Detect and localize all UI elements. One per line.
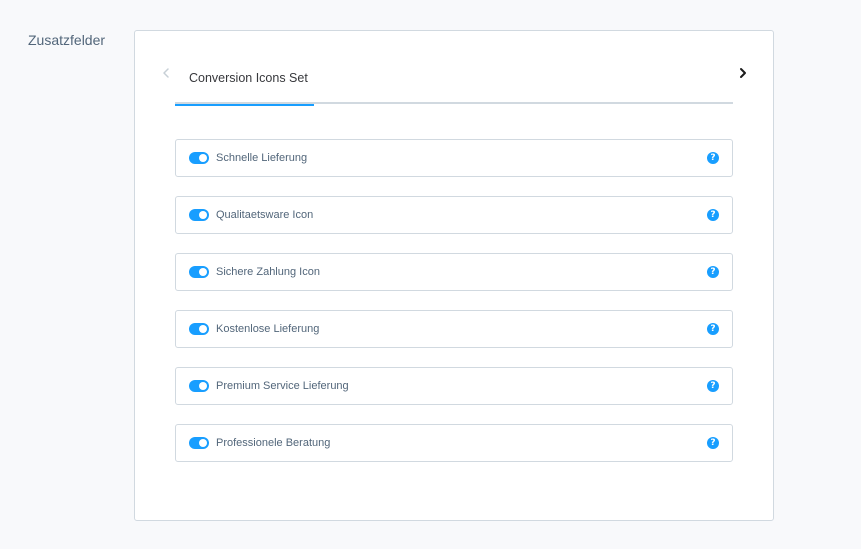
tab-scroll-left-button[interactable]	[156, 63, 176, 83]
field-label: Schnelle Lieferung	[216, 152, 308, 164]
question-circle-icon[interactable]: ?	[707, 323, 719, 335]
toggle-knob	[199, 325, 207, 333]
field-label: Kostenlose Lieferung	[216, 323, 320, 335]
question-circle-icon[interactable]: ?	[707, 266, 719, 278]
chevron-right-icon	[740, 68, 746, 78]
tab-conversion-icons-set[interactable]: Conversion Icons Set	[175, 65, 314, 106]
toggle-switch[interactable]	[189, 380, 209, 392]
active-tab-indicator	[175, 104, 314, 106]
toggle-knob	[199, 382, 207, 390]
field-label: Premium Service Lieferung	[216, 380, 349, 392]
toggle-switch[interactable]	[189, 437, 209, 449]
toggle-knob	[199, 211, 207, 219]
field-row-qualitaetsware-icon: Qualitaetsware Icon ?	[175, 196, 733, 234]
field-label: Sichere Zahlung Icon	[216, 266, 320, 278]
chevron-left-icon	[163, 68, 169, 78]
field-row-premium-service-lieferung: Premium Service Lieferung ?	[175, 367, 733, 405]
question-circle-icon[interactable]: ?	[707, 152, 719, 164]
toggle-switch[interactable]	[189, 152, 209, 164]
tab-bar: Conversion Icons Set	[175, 65, 733, 106]
field-row-professionele-beratung: Professionele Beratung ?	[175, 424, 733, 462]
field-row-sichere-zahlung-icon: Sichere Zahlung Icon ?	[175, 253, 733, 291]
field-row-schnelle-lieferung: Schnelle Lieferung ?	[175, 139, 733, 177]
question-circle-icon[interactable]: ?	[707, 380, 719, 392]
question-circle-icon[interactable]: ?	[707, 437, 719, 449]
page: Zusatzfelder Conversion Icons Set Schnel…	[0, 0, 861, 549]
question-circle-icon[interactable]: ?	[707, 209, 719, 221]
field-row-kostenlose-lieferung: Kostenlose Lieferung ?	[175, 310, 733, 348]
tab-scroll-right-button[interactable]	[733, 63, 753, 83]
toggle-knob	[199, 439, 207, 447]
field-label: Qualitaetsware Icon	[216, 209, 314, 221]
tab-label: Conversion Icons Set	[189, 71, 308, 85]
field-list: Schnelle Lieferung ? Qualitaetsware Icon…	[175, 139, 733, 481]
toggle-switch[interactable]	[189, 209, 209, 221]
section-label: Zusatzfelder	[28, 32, 106, 48]
field-label: Professionele Beratung	[216, 437, 331, 449]
toggle-switch[interactable]	[189, 266, 209, 278]
toggle-knob	[199, 154, 207, 162]
toggle-switch[interactable]	[189, 323, 209, 335]
custom-fields-card: Conversion Icons Set Schnelle Lieferung …	[134, 30, 774, 521]
toggle-knob	[199, 268, 207, 276]
